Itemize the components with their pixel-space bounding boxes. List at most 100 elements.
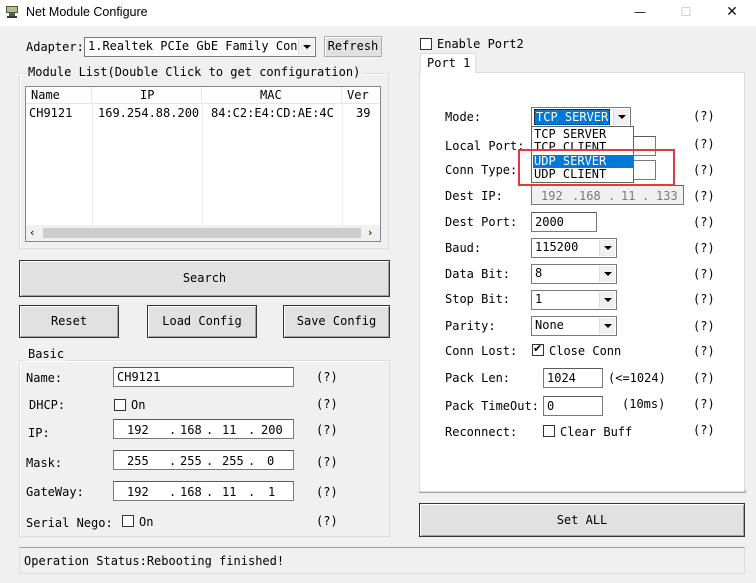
search-button[interactable]: Search bbox=[19, 260, 390, 297]
ip-dot: . bbox=[169, 423, 177, 437]
help-icon[interactable]: (?) bbox=[316, 455, 338, 469]
conn-lost-label: Conn Lost: bbox=[445, 344, 518, 358]
serial-nego-checkbox[interactable] bbox=[122, 515, 134, 527]
help-icon[interactable]: (?) bbox=[693, 137, 715, 151]
ip-dot: . bbox=[206, 485, 214, 499]
dest-ip-octet: 168 bbox=[579, 189, 601, 203]
help-icon[interactable]: (?) bbox=[316, 397, 338, 411]
gateway-octet: 168 bbox=[180, 485, 202, 499]
mode-select[interactable]: TCP SERVER bbox=[531, 107, 631, 127]
chevron-down-icon[interactable] bbox=[613, 109, 629, 125]
maximize-button[interactable]: ☐ bbox=[672, 2, 700, 22]
pack-timeout-field[interactable]: 0 bbox=[543, 396, 603, 416]
close-conn-checkbox[interactable] bbox=[532, 342, 544, 356]
gateway-field[interactable]: 192 . 168 . 11 . 1 bbox=[113, 481, 294, 501]
clear-buff-checkbox[interactable] bbox=[543, 425, 555, 437]
chevron-down-icon[interactable] bbox=[599, 318, 615, 334]
column-divider bbox=[202, 104, 203, 225]
mode-select-value: TCP SERVER bbox=[534, 109, 611, 125]
title-bar: Net Module Configure — ☐ ✕ bbox=[0, 0, 756, 26]
dest-ip-octet: 133 bbox=[656, 189, 678, 203]
baud-select[interactable]: 115200 bbox=[531, 238, 617, 258]
ip-dot: . bbox=[642, 189, 650, 203]
table-row[interactable]: CH9121 169.254.88.200 84:C2:E4:CD:AE:4C … bbox=[26, 105, 380, 121]
chevron-down-icon[interactable] bbox=[298, 39, 314, 55]
help-icon[interactable]: (?) bbox=[693, 397, 715, 411]
help-icon[interactable]: (?) bbox=[693, 344, 715, 358]
mask-octet: 0 bbox=[267, 454, 275, 468]
mask-octet: 255 bbox=[127, 454, 149, 468]
horizontal-scrollbar[interactable]: ‹ › bbox=[26, 225, 380, 241]
row-name: CH9121 bbox=[29, 106, 73, 120]
ip-dot: . bbox=[608, 189, 616, 203]
load-config-button[interactable]: Load Config bbox=[147, 305, 257, 338]
ip-dot: . bbox=[248, 454, 256, 468]
set-all-button[interactable]: Set ALL bbox=[419, 503, 745, 537]
module-listview[interactable]: Name IP MAC Ver CH9121 169.254.88.200 84… bbox=[25, 86, 381, 242]
parity-select[interactable]: None bbox=[531, 316, 617, 336]
scroll-left-icon[interactable]: ‹ bbox=[30, 226, 34, 239]
column-header-ip[interactable]: IP bbox=[92, 87, 202, 104]
row-ip: 169.254.88.200 bbox=[98, 106, 200, 120]
help-icon[interactable]: (?) bbox=[316, 370, 338, 384]
dhcp-on-label: On bbox=[131, 398, 146, 412]
app-icon bbox=[6, 6, 18, 18]
help-icon[interactable]: (?) bbox=[693, 292, 715, 306]
help-icon[interactable]: (?) bbox=[693, 189, 715, 203]
help-icon[interactable]: (?) bbox=[316, 514, 338, 528]
scrollbar-thumb[interactable] bbox=[43, 228, 361, 238]
baud-select-value: 115200 bbox=[535, 240, 579, 254]
help-icon[interactable]: (?) bbox=[693, 163, 715, 177]
dest-port-field[interactable]: 2000 bbox=[531, 212, 597, 232]
chevron-down-icon[interactable] bbox=[599, 292, 615, 308]
adapter-select-value: 1.Realtek PCIe GbE Family Cont: bbox=[88, 39, 312, 53]
baud-label: Baud: bbox=[445, 241, 482, 255]
help-icon[interactable]: (?) bbox=[316, 485, 338, 499]
scroll-right-icon[interactable]: › bbox=[368, 226, 372, 239]
help-icon[interactable]: (?) bbox=[693, 319, 715, 333]
data-bit-select[interactable]: 8 bbox=[531, 264, 617, 284]
help-icon[interactable]: (?) bbox=[693, 371, 715, 385]
mask-field[interactable]: 255 . 255 . 255 . 0 bbox=[113, 450, 294, 470]
gateway-octet: 1 bbox=[268, 485, 276, 499]
pack-timeout-label: Pack TimeOut: bbox=[445, 399, 539, 413]
help-icon[interactable]: (?) bbox=[693, 109, 715, 123]
dest-ip-label: Dest IP: bbox=[445, 189, 503, 203]
dest-ip-field[interactable]: 192 . 168 . 11 . 133 bbox=[531, 185, 684, 205]
column-header-name[interactable]: Name bbox=[26, 87, 92, 104]
data-bit-select-value: 8 bbox=[535, 266, 543, 280]
save-config-button[interactable]: Save Config bbox=[283, 305, 390, 338]
dhcp-checkbox[interactable] bbox=[114, 399, 126, 411]
tab-port-1[interactable]: Port 1 bbox=[420, 53, 476, 73]
help-icon[interactable]: (?) bbox=[316, 423, 338, 437]
chevron-down-icon[interactable] bbox=[599, 266, 615, 282]
reset-button[interactable]: Reset bbox=[19, 305, 119, 338]
help-icon[interactable]: (?) bbox=[693, 215, 715, 229]
status-bar: Operation Status:Rebooting finished! bbox=[19, 547, 745, 574]
stop-bit-select[interactable]: 1 bbox=[531, 290, 617, 310]
pack-len-field[interactable]: 1024 bbox=[543, 368, 603, 388]
help-icon[interactable]: (?) bbox=[693, 267, 715, 281]
name-field[interactable]: CH9121 bbox=[113, 367, 294, 387]
column-header-ver[interactable]: Ver bbox=[342, 87, 380, 104]
adapter-select[interactable]: 1.Realtek PCIe GbE Family Cont: bbox=[84, 37, 316, 57]
help-icon[interactable]: (?) bbox=[693, 241, 715, 255]
enable-port2-checkbox[interactable] bbox=[420, 38, 432, 50]
serial-nego-on-label: On bbox=[139, 515, 154, 529]
clear-buff-label: Clear Buff bbox=[560, 425, 633, 439]
conn-type-label: Conn Type: bbox=[445, 163, 518, 177]
stop-bit-label: Stop Bit: bbox=[445, 292, 511, 306]
ip-address-field[interactable]: 192 . 168 . 11 . 200 bbox=[113, 419, 294, 439]
column-header-mac[interactable]: MAC bbox=[202, 87, 342, 104]
chevron-down-icon[interactable] bbox=[599, 240, 615, 256]
close-button[interactable]: ✕ bbox=[718, 2, 746, 22]
mask-label: Mask: bbox=[26, 456, 63, 470]
local-port-label: Local Port: bbox=[445, 139, 525, 153]
refresh-button[interactable]: Refresh bbox=[324, 36, 382, 57]
minimize-button[interactable]: — bbox=[626, 2, 654, 22]
dest-ip-octet: 192 bbox=[541, 189, 563, 203]
row-ver: 39 bbox=[356, 106, 371, 120]
reconnect-label: Reconnect: bbox=[445, 425, 518, 439]
help-icon[interactable]: (?) bbox=[693, 423, 715, 437]
parity-select-value: None bbox=[535, 318, 564, 332]
